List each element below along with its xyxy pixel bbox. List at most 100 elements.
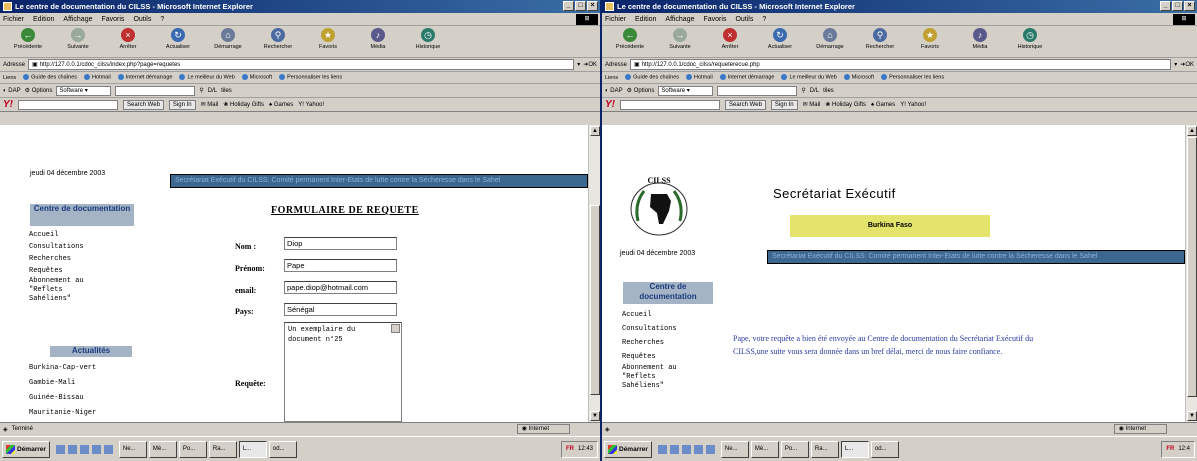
stop-button[interactable]: × Arrêter bbox=[103, 28, 153, 50]
search-button[interactable]: ⚲ Rechercher bbox=[855, 28, 905, 50]
yahoo-search-input[interactable] bbox=[620, 99, 720, 110]
refresh-button[interactable]: ↻ Actualiser bbox=[755, 28, 805, 50]
yahoo-button[interactable]: Y! Yahoo! bbox=[298, 102, 324, 108]
yahoo-button[interactable]: Y! Yahoo! bbox=[900, 102, 926, 108]
nav-abonnement[interactable]: Abonnement au bbox=[29, 277, 84, 286]
link-microsoft[interactable]: Microsoft bbox=[242, 74, 272, 81]
menu-edition[interactable]: Edition bbox=[33, 16, 54, 23]
options-button[interactable]: ⚙ Options bbox=[25, 87, 53, 94]
task-button[interactable]: Po... bbox=[178, 440, 207, 458]
task-button[interactable]: Ra... bbox=[208, 440, 237, 458]
sign-in-button[interactable]: Sign In bbox=[770, 99, 798, 110]
close-button[interactable]: × bbox=[1184, 1, 1195, 11]
menu-outils[interactable]: Outils bbox=[133, 16, 151, 23]
menu-affichage[interactable]: Affichage bbox=[665, 16, 694, 23]
link-hotmail[interactable]: Hotmail bbox=[686, 74, 713, 81]
vertical-scrollbar[interactable]: ▲ ▼ bbox=[588, 125, 600, 422]
link-personnaliser[interactable]: Personnaliser les liens bbox=[881, 74, 944, 81]
textarea-scrollbar[interactable] bbox=[391, 324, 400, 333]
menu-edition[interactable]: Edition bbox=[635, 16, 656, 23]
media-button[interactable]: ♪ Média bbox=[955, 28, 1005, 50]
address-dropdown-icon[interactable]: ▾ bbox=[577, 61, 580, 68]
search-button[interactable]: ⚲ Rechercher bbox=[253, 28, 303, 50]
link-personnaliser[interactable]: Personnaliser les liens bbox=[279, 74, 342, 81]
vertical-scrollbar[interactable]: ▲ ▼ bbox=[1185, 125, 1197, 422]
news-item[interactable]: Gambie-Mali bbox=[29, 376, 96, 391]
software-select[interactable]: Software ▾ bbox=[56, 85, 112, 96]
media-button[interactable]: ♪ Média bbox=[353, 28, 403, 50]
quicklaunch-icon[interactable] bbox=[67, 444, 77, 454]
news-item[interactable]: Guinée-Bissau bbox=[29, 391, 96, 406]
address-dropdown-icon[interactable]: ▾ bbox=[1174, 61, 1177, 68]
nav-abonnement[interactable]: Abonnement au bbox=[622, 364, 677, 373]
quicklaunch-icon[interactable] bbox=[681, 444, 691, 454]
menu-help[interactable]: ? bbox=[160, 16, 164, 23]
go-button[interactable]: ➜OK bbox=[583, 61, 597, 68]
scroll-thumb[interactable] bbox=[1187, 137, 1197, 397]
nav-saheliens[interactable]: Sahéliens" bbox=[622, 382, 677, 391]
dap-button[interactable]: ◐ DAP bbox=[3, 88, 21, 94]
task-button[interactable]: Ne... bbox=[118, 440, 147, 458]
yahoo-search-input[interactable] bbox=[18, 99, 118, 110]
task-button[interactable]: od... bbox=[268, 440, 297, 458]
minimize-button[interactable]: _ bbox=[1160, 1, 1171, 11]
stop-button[interactable]: × Arrêter bbox=[705, 28, 755, 50]
dl-button[interactable]: D/L bbox=[208, 88, 217, 94]
games-button[interactable]: ♠ Games bbox=[871, 102, 895, 108]
home-button[interactable]: ⌂ Démarrage bbox=[805, 28, 855, 50]
forward-button[interactable]: → Suivante bbox=[53, 28, 103, 50]
nom-input[interactable]: Diop bbox=[284, 237, 397, 250]
refresh-button[interactable]: ↻ Actualiser bbox=[153, 28, 203, 50]
quicklaunch-icon[interactable] bbox=[55, 444, 65, 454]
games-button[interactable]: ♠ Games bbox=[269, 102, 293, 108]
link-meilleur-web[interactable]: Le meilleur du Web bbox=[781, 74, 836, 81]
nav-requetes[interactable]: Requêtes bbox=[29, 265, 84, 277]
tiles-button[interactable]: tiles bbox=[823, 88, 834, 94]
dap-button[interactable]: ◐ DAP bbox=[605, 88, 623, 94]
quicklaunch-icon[interactable] bbox=[669, 444, 679, 454]
link-microsoft[interactable]: Microsoft bbox=[844, 74, 874, 81]
requete-textarea[interactable]: Un exemplaire du document n°25 bbox=[284, 322, 402, 422]
news-item[interactable]: Burkina-Cap-vert bbox=[29, 361, 96, 376]
dap-search-input[interactable] bbox=[717, 85, 798, 96]
task-button-active[interactable]: L... bbox=[840, 440, 869, 458]
favorites-button[interactable]: ★ Favoris bbox=[905, 28, 955, 50]
menu-favoris[interactable]: Favoris bbox=[101, 16, 124, 23]
quicklaunch-icon[interactable] bbox=[693, 444, 703, 454]
forward-button[interactable]: → Suivante bbox=[655, 28, 705, 50]
options-button[interactable]: ⚙ Options bbox=[627, 87, 655, 94]
nav-accueil[interactable]: Accueil bbox=[29, 229, 84, 241]
quicklaunch-icon[interactable] bbox=[657, 444, 667, 454]
url-input[interactable]: ▣ http://127.0.0.1/cdoc_cilss/requeterecu… bbox=[630, 59, 1172, 70]
menu-fichier[interactable]: Fichier bbox=[3, 16, 24, 23]
favorites-button[interactable]: ★ Favoris bbox=[303, 28, 353, 50]
history-button[interactable]: ◷ Historique bbox=[403, 28, 453, 50]
menu-help[interactable]: ? bbox=[762, 16, 766, 23]
dap-search-input[interactable] bbox=[115, 85, 196, 96]
back-button[interactable]: ← Précédente bbox=[605, 28, 655, 50]
nav-saheliens[interactable]: Sahéliens" bbox=[29, 295, 84, 304]
link-internet-demarrage[interactable]: Internet démarrage bbox=[720, 74, 775, 81]
quicklaunch-icon[interactable] bbox=[103, 444, 113, 454]
quicklaunch-icon[interactable] bbox=[79, 444, 89, 454]
link-internet-demarrage[interactable]: Internet démarrage bbox=[118, 74, 173, 81]
nav-reflets[interactable]: "Reflets bbox=[29, 286, 84, 295]
menu-affichage[interactable]: Affichage bbox=[63, 16, 92, 23]
menu-favoris[interactable]: Favoris bbox=[703, 16, 726, 23]
scroll-up-icon[interactable]: ▲ bbox=[590, 126, 600, 136]
software-select[interactable]: Software ▾ bbox=[658, 85, 714, 96]
go-button[interactable]: ➜OK bbox=[1180, 61, 1194, 68]
scroll-up-icon[interactable]: ▲ bbox=[1187, 126, 1197, 136]
menu-fichier[interactable]: Fichier bbox=[605, 16, 626, 23]
nav-requetes[interactable]: Requêtes bbox=[622, 350, 677, 364]
scroll-down-icon[interactable]: ▼ bbox=[590, 411, 600, 421]
task-button[interactable]: Po... bbox=[780, 440, 809, 458]
scroll-down-icon[interactable]: ▼ bbox=[1187, 411, 1197, 421]
tiles-button[interactable]: tiles bbox=[221, 88, 232, 94]
prenom-input[interactable]: Pape bbox=[284, 259, 397, 272]
search-web-button[interactable]: Search Web bbox=[123, 99, 164, 110]
holiday-gifts-button[interactable]: ❀ Holiday Gifts bbox=[825, 101, 866, 108]
close-button[interactable]: × bbox=[587, 1, 598, 11]
dap-search-icon[interactable]: ⚲ bbox=[801, 87, 805, 94]
quicklaunch-icon[interactable] bbox=[91, 444, 101, 454]
